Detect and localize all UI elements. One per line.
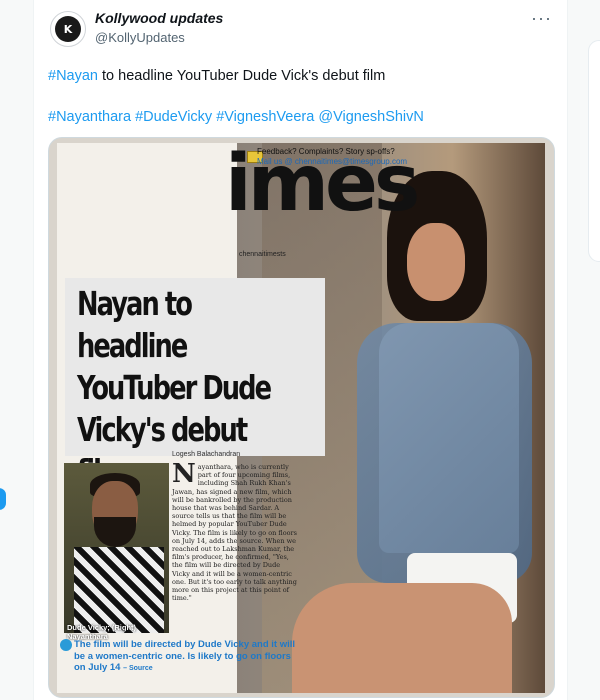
- mention-link[interactable]: @VigneshShivN: [318, 109, 424, 125]
- right-sidebar-card: [588, 40, 600, 262]
- photo-legs: [292, 583, 512, 693]
- author-name[interactable]: Kollywood updates: [95, 10, 223, 26]
- tweet-body: to headline YouTuber Dude Vick's debut f…: [97, 68, 386, 84]
- hashtag-link[interactable]: #VigneshVeera: [216, 109, 314, 125]
- left-sidebar-edge: [0, 0, 33, 700]
- more-options-icon[interactable]: ···: [531, 8, 552, 29]
- photo-denim-jacket: [357, 323, 532, 583]
- dropcap: N: [172, 459, 196, 489]
- pull-quote: The film will be directed by Dude Vicky …: [74, 639, 299, 675]
- tweet-media-image[interactable]: imes Feedback? Complaints? Story sp-offs…: [48, 137, 555, 698]
- pull-quote-source: – Source: [123, 665, 153, 672]
- photo-credit: chennaitimests: [239, 251, 286, 258]
- quote-icon: [60, 639, 72, 651]
- author-handle[interactable]: @KollyUpdates: [95, 30, 185, 45]
- avatar-logo: K: [55, 16, 81, 42]
- photo-face: [407, 223, 465, 301]
- newspaper-clipping: imes Feedback? Complaints? Story sp-offs…: [57, 143, 545, 693]
- ph-scarf: [74, 547, 164, 633]
- hashtag-link[interactable]: #Nayanthara: [48, 109, 131, 125]
- avatar[interactable]: K: [50, 11, 86, 47]
- feedback-note: Feedback? Complaints? Story sp-offs? Mai…: [257, 147, 407, 167]
- pull-quote-text: The film will be directed by Dude Vicky …: [74, 639, 296, 673]
- hashtag-link[interactable]: #DudeVicky: [135, 109, 212, 125]
- article-author: Logesh Balachandran: [172, 451, 241, 458]
- dude-vicky-photo: [64, 463, 169, 633]
- tweet-card[interactable]: K Kollywood updates @KollyUpdates ··· #N…: [33, 0, 568, 700]
- feedback-line: Feedback? Complaints? Story sp-offs?: [257, 147, 395, 156]
- ph-beard: [94, 517, 136, 547]
- feedback-email: Mail us @ chennaitimes@timesgroup.com: [257, 157, 408, 166]
- hashtag-link[interactable]: #Nayan: [48, 68, 98, 84]
- caption-line: Dude Vicky; (Right): [67, 623, 137, 632]
- article-body: Nayanthara, who is currently part of fou…: [172, 459, 297, 602]
